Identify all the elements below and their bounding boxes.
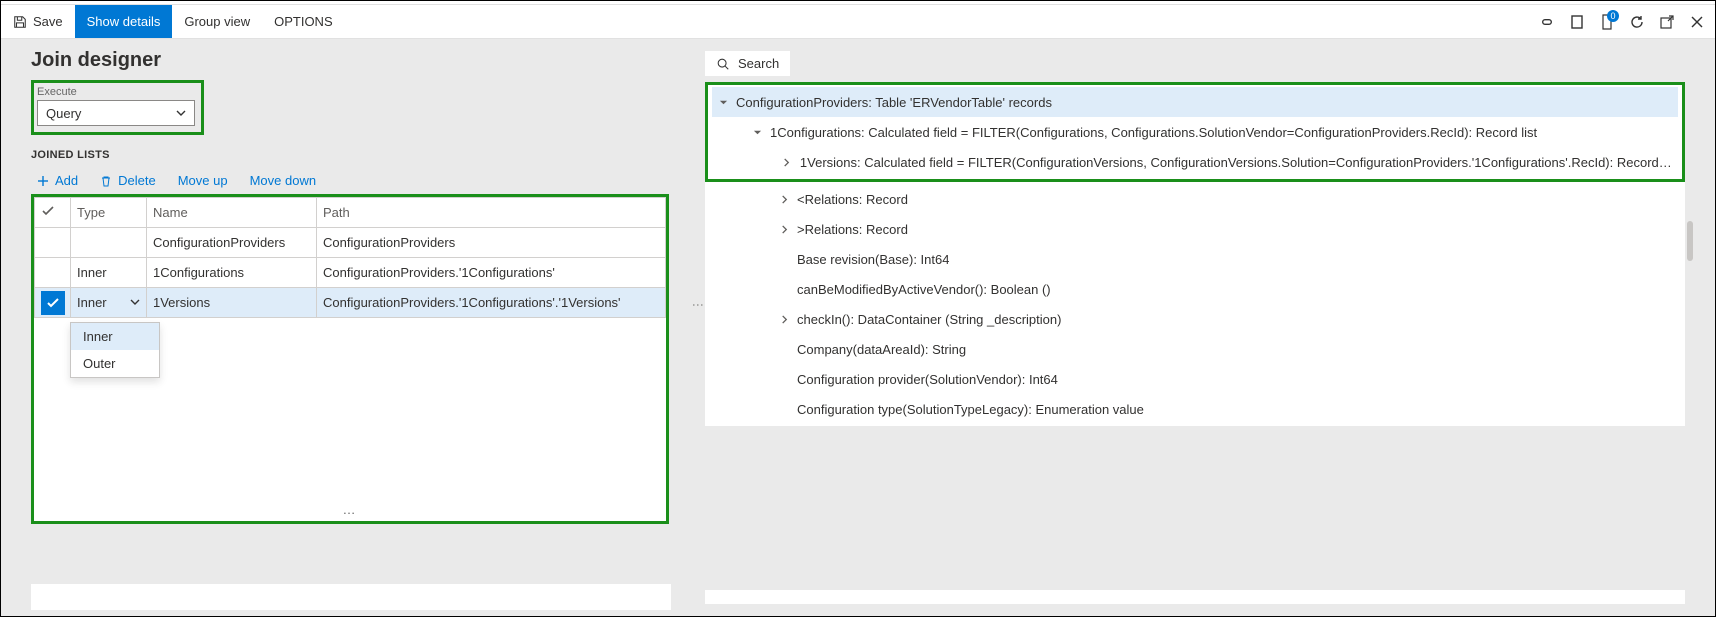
delete-label: Delete [118,173,156,188]
collapse-icon[interactable] [718,98,728,107]
grid-footer-ellipsis[interactable]: … [34,498,666,521]
top-toolbar: Save Show details Group view OPTIONS 0 [1,5,1715,39]
delete-button[interactable]: Delete [100,173,156,188]
tree-node[interactable]: 1Versions: Calculated field = FILTER(Con… [712,147,1678,177]
execute-value: Query [46,106,81,121]
tree-node-label: Base revision(Base): Int64 [797,252,949,267]
type-option-inner[interactable]: Inner [71,323,159,350]
tree-node-label: Configuration type(SolutionTypeLegacy): … [797,402,1144,417]
tree-panel-highlight: ConfigurationProviders: Table 'ERVendorT… [705,82,1685,182]
expand-icon[interactable] [779,195,789,204]
expand-icon[interactable] [779,225,789,234]
tree-node-label: ConfigurationProviders: Table 'ERVendorT… [736,95,1052,110]
tree-node-label: 1Versions: Calculated field = FILTER(Con… [800,155,1672,170]
plus-icon [37,175,49,187]
table-row[interactable]: Inner 1Configurations ConfigurationProvi… [35,258,666,288]
tree-node-label: 1Configurations: Calculated field = FILT… [770,125,1537,140]
move-up-label: Move up [178,173,228,188]
tree-node[interactable]: <Relations: Record [709,184,1681,214]
tree-node-label: Company(dataAreaId): String [797,342,966,357]
search-icon [716,57,730,71]
cell-type-dropdown[interactable]: Inner [71,288,147,318]
options-button[interactable]: OPTIONS [262,5,345,38]
cell-path[interactable]: ConfigurationProviders.'1Configurations'… [317,288,666,318]
search-toolbar-button[interactable] [345,5,365,38]
cell-name[interactable]: ConfigurationProviders [147,228,317,258]
grid-header-name[interactable]: Name [147,198,317,228]
joined-lists-grid-highlight: Type Name Path ConfigurationProviders Co… [31,194,669,524]
tree-node[interactable]: Base revision(Base): Int64 [709,244,1681,274]
linked-icon[interactable] [1539,14,1555,30]
cell-type[interactable] [71,228,147,258]
cell-type[interactable]: Inner [71,258,147,288]
tree-search-label: Search [738,56,779,71]
execute-label: Execute [37,86,195,98]
table-row[interactable]: ConfigurationProviders ConfigurationProv… [35,228,666,258]
show-details-button[interactable]: Show details [75,5,173,38]
notif-count: 0 [1607,10,1619,22]
group-view-label: Group view [184,14,250,29]
add-button[interactable]: Add [37,173,78,188]
close-button[interactable] [1689,14,1705,30]
group-view-button[interactable]: Group view [172,5,262,38]
save-icon [13,15,27,29]
move-down-button[interactable]: Move down [250,173,316,188]
joined-lists-grid[interactable]: Type Name Path ConfigurationProviders Co… [34,197,666,521]
tree-node[interactable]: 1Configurations: Calculated field = FILT… [712,117,1678,147]
grid-header-path[interactable]: Path [317,198,666,228]
expand-icon[interactable] [779,315,789,324]
show-details-label: Show details [87,14,161,29]
trash-icon [100,175,112,187]
cell-path[interactable]: ConfigurationProviders [317,228,666,258]
footer-card [705,590,1685,604]
tree-node-label: checkIn(): DataContainer (String _descri… [797,312,1061,327]
collapse-icon[interactable] [752,128,762,137]
tree-node-label: canBeModifiedByActiveVendor(): Boolean (… [797,282,1051,297]
tree-node-root[interactable]: ConfigurationProviders: Table 'ERVendorT… [712,87,1678,117]
tree-node-label: Configuration provider(SolutionVendor): … [797,372,1058,387]
save-label: Save [33,14,63,29]
type-dropdown[interactable]: Inner Outer [70,322,160,378]
table-row[interactable]: Inner 1Versions ConfigurationProviders.'… [35,288,666,318]
tree-node-label: >Relations: Record [797,222,908,237]
move-down-label: Move down [250,173,316,188]
type-option-outer[interactable]: Outer [71,350,159,377]
options-label: OPTIONS [274,14,333,29]
cell-name[interactable]: 1Versions [147,288,317,318]
tree-node[interactable]: checkIn(): DataContainer (String _descri… [709,304,1681,334]
execute-select[interactable]: Query [37,100,195,126]
add-label: Add [55,173,78,188]
move-up-button[interactable]: Move up [178,173,228,188]
tree-node[interactable]: Company(dataAreaId): String [709,334,1681,364]
tree-node[interactable]: Configuration provider(SolutionVendor): … [709,364,1681,394]
split-handle[interactable]: ⋮ [691,299,705,311]
notifications-button[interactable]: 0 [1599,14,1615,30]
grid-header-type[interactable]: Type [71,198,147,228]
chevron-down-icon [176,106,186,121]
grid-checkbox-header[interactable] [35,198,71,228]
checkmark-icon[interactable] [41,291,65,315]
office-icon[interactable] [1569,14,1585,30]
cell-path[interactable]: ConfigurationProviders.'1Configurations' [317,258,666,288]
cell-name[interactable]: 1Configurations [147,258,317,288]
footer-card [31,584,671,610]
expand-icon[interactable] [782,158,792,167]
tree-node[interactable]: canBeModifiedByActiveVendor(): Boolean (… [709,274,1681,304]
save-button[interactable]: Save [1,5,75,38]
cell-type-value: Inner [77,295,107,310]
tree-search-button[interactable]: Search [705,51,790,76]
execute-highlight: Execute Query [31,80,204,135]
tree-node-label: <Relations: Record [797,192,908,207]
refresh-button[interactable] [1629,14,1645,30]
scrollbar-thumb[interactable] [1687,221,1693,261]
tree-node[interactable]: Configuration type(SolutionTypeLegacy): … [709,394,1681,424]
popout-button[interactable] [1659,14,1675,30]
chevron-down-icon [130,295,140,310]
checkmark-icon [41,204,55,218]
tree-node[interactable]: >Relations: Record [709,214,1681,244]
